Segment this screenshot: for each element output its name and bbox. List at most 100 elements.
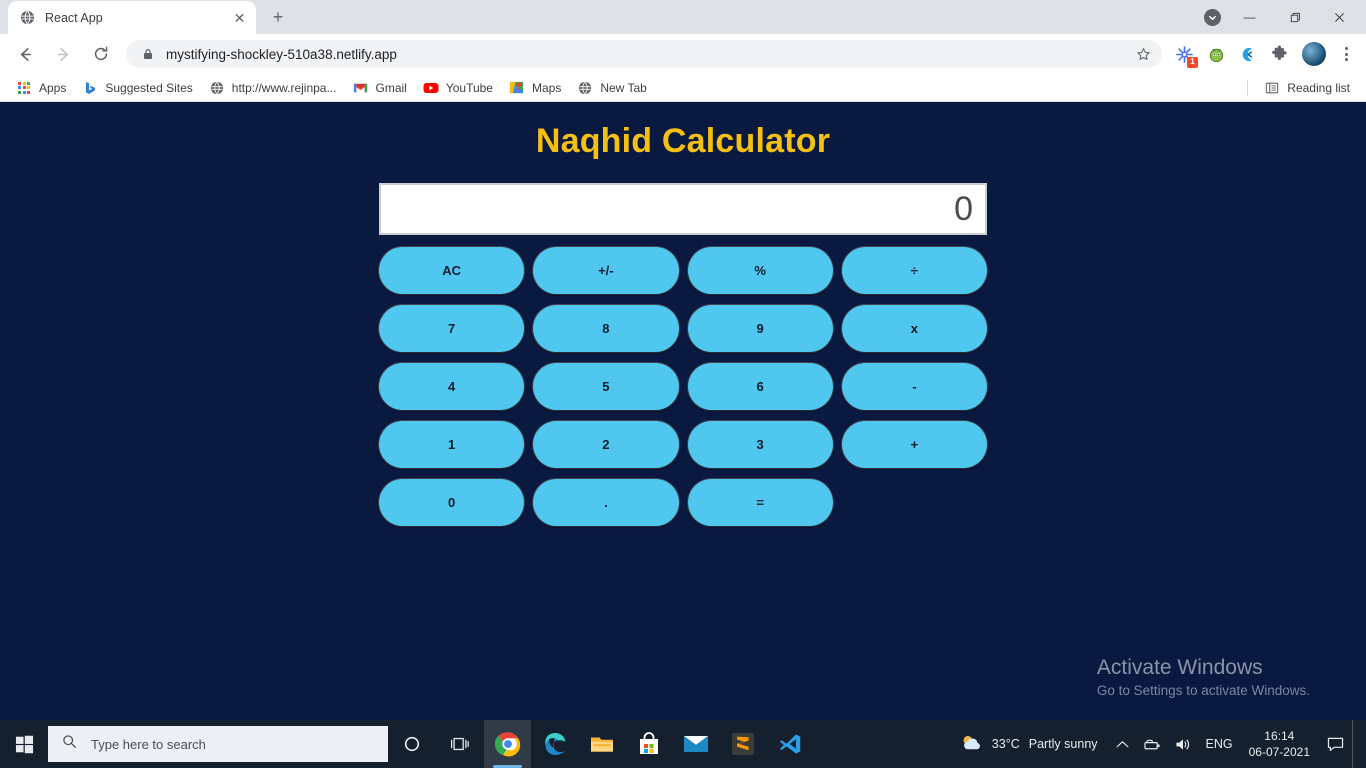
download-indicator-button[interactable] (1197, 2, 1227, 32)
key-minus[interactable]: - (841, 363, 987, 410)
taskbar-app-file-explorer[interactable] (578, 720, 625, 768)
key-ac[interactable]: AC (379, 247, 525, 294)
taskbar-app-mail[interactable] (672, 720, 719, 768)
bookmark-item-gmail[interactable]: Gmail (344, 77, 414, 99)
bookmark-star-icon[interactable] (1130, 41, 1156, 67)
watermark-title: Activate Windows (1096, 656, 1263, 679)
close-window-button[interactable] (1317, 1, 1362, 33)
cortana-circle-icon[interactable] (388, 720, 436, 768)
start-button[interactable] (0, 720, 48, 768)
task-view-icon[interactable] (436, 720, 484, 768)
minimize-button[interactable]: — (1227, 1, 1272, 33)
reload-button[interactable] (85, 38, 117, 70)
search-icon (62, 734, 77, 754)
key-equals[interactable]: = (687, 479, 833, 526)
profile-avatar[interactable] (1302, 42, 1326, 66)
weather-condition: Partly sunny (1028, 737, 1098, 751)
tray-expand-chevron-icon[interactable] (1108, 720, 1138, 768)
clock-date: 06-07-2021 (1248, 745, 1310, 759)
lock-icon (140, 46, 156, 62)
key-multiply[interactable]: x (841, 305, 987, 352)
chevron-down-icon (1203, 8, 1221, 26)
bookmark-item-maps[interactable]: Maps (501, 77, 569, 99)
language-indicator[interactable]: ENG (1198, 737, 1241, 751)
bing-icon (82, 80, 98, 96)
browser-tab-react-app[interactable]: React App ✕ (8, 1, 256, 34)
action-center-icon[interactable] (1318, 720, 1352, 768)
bookmark-label: Maps (531, 80, 562, 95)
bookmark-label: Gmail (375, 80, 407, 95)
key-2[interactable]: 2 (533, 421, 679, 468)
extension-icon-1[interactable]: 1 (1171, 41, 1198, 68)
bookmark-label: YouTube (445, 80, 493, 95)
key-decimal[interactable]: . (533, 479, 679, 526)
forward-button[interactable] (47, 38, 79, 70)
youtube-icon (423, 80, 439, 96)
taskbar-search-box[interactable]: Type here to search (48, 726, 388, 762)
bookmark-label: Suggested Sites (105, 80, 193, 95)
globe-icon (209, 80, 225, 96)
tab-title: React App (45, 10, 103, 25)
show-desktop-button[interactable] (1352, 720, 1360, 768)
chrome-menu-button[interactable] (1332, 40, 1360, 68)
globe-icon (19, 9, 36, 26)
tab-close-icon[interactable]: ✕ (231, 9, 248, 26)
key-divide[interactable]: ÷ (841, 247, 987, 294)
volume-icon[interactable] (1168, 720, 1198, 768)
extension-badge-count: 1 (1187, 57, 1198, 68)
url-text: mystifying-shockley-510a38.netlify.app (166, 46, 397, 62)
calculator-keypad: AC +/- % ÷ 7 8 9 x 4 5 6 - 1 2 3 + 0 . = (379, 247, 987, 526)
key-4[interactable]: 4 (379, 363, 525, 410)
gmail-icon (352, 80, 368, 96)
watermark-subtitle: Go to Settings to activate Windows. (1096, 683, 1310, 698)
maximize-button[interactable] (1272, 1, 1317, 33)
key-plus[interactable]: + (841, 421, 987, 468)
key-3[interactable]: 3 (687, 421, 833, 468)
key-8[interactable]: 8 (533, 305, 679, 352)
search-placeholder: Type here to search (91, 736, 206, 752)
taskbar-app-vscode[interactable] (766, 720, 813, 768)
taskbar-app-chrome[interactable] (484, 720, 531, 768)
key-percent[interactable]: % (687, 247, 833, 294)
calculator: 0 AC +/- % ÷ 7 8 9 x 4 5 6 - 1 2 3 + 0 . (379, 183, 987, 526)
windows-taskbar: Type here to search 33°C Partly sunny EN… (0, 720, 1366, 768)
taskbar-app-edge[interactable] (531, 720, 578, 768)
key-7[interactable]: 7 (379, 305, 525, 352)
page-title: Naqhid Calculator (535, 122, 831, 160)
bookmark-item-suggested-sites[interactable]: Suggested Sites (74, 77, 200, 99)
keypad-empty-cell (842, 479, 987, 526)
system-tray: 33°C Partly sunny ENG 16:14 06-07-2021 (949, 720, 1366, 768)
taskbar-clock[interactable]: 16:14 06-07-2021 (1241, 728, 1318, 760)
key-0[interactable]: 0 (379, 479, 525, 526)
network-icon[interactable] (1138, 720, 1168, 768)
key-plus-minus[interactable]: +/- (533, 247, 679, 294)
key-5[interactable]: 5 (533, 363, 679, 410)
calculator-display: 0 (379, 183, 987, 235)
key-1[interactable]: 1 (379, 421, 525, 468)
bookmark-item-new-tab[interactable]: New Tab (569, 77, 654, 99)
apps-grid-icon (16, 80, 32, 96)
browser-window: React App ✕ + — mystifying-shockley-510a… (0, 0, 1366, 720)
bookmark-item-apps[interactable]: Apps (8, 77, 74, 99)
taskbar-app-sublime-text[interactable] (719, 720, 766, 768)
activate-windows-watermark: Activate Windows Go to Settings to activ… (1097, 656, 1310, 698)
new-tab-button[interactable]: + (264, 3, 292, 31)
key-6[interactable]: 6 (687, 363, 833, 410)
bookmark-item-youtube[interactable]: YouTube (415, 77, 501, 99)
reading-list-icon (1264, 80, 1280, 96)
reading-list-button[interactable]: Reading list (1256, 77, 1358, 99)
extension-icon-3[interactable] (1235, 41, 1261, 67)
taskbar-app-microsoft-store[interactable] (625, 720, 672, 768)
bookmark-label: Apps (39, 80, 67, 95)
back-button[interactable] (9, 38, 41, 70)
extension-icon-2[interactable] (1203, 41, 1229, 67)
bookmark-label: New Tab (600, 80, 647, 95)
bookmark-item-rejinpa[interactable]: http://www.rejinpa... (201, 77, 345, 99)
divider (1247, 79, 1249, 96)
taskbar-weather-widget[interactable]: 33°C Partly sunny (949, 733, 1108, 756)
key-9[interactable]: 9 (687, 305, 833, 352)
bookmark-label: http://www.rejinpa... (231, 80, 337, 95)
extensions-puzzle-icon[interactable] (1267, 41, 1293, 67)
partly-sunny-icon (959, 733, 983, 756)
address-bar[interactable]: mystifying-shockley-510a38.netlify.app (126, 40, 1162, 68)
